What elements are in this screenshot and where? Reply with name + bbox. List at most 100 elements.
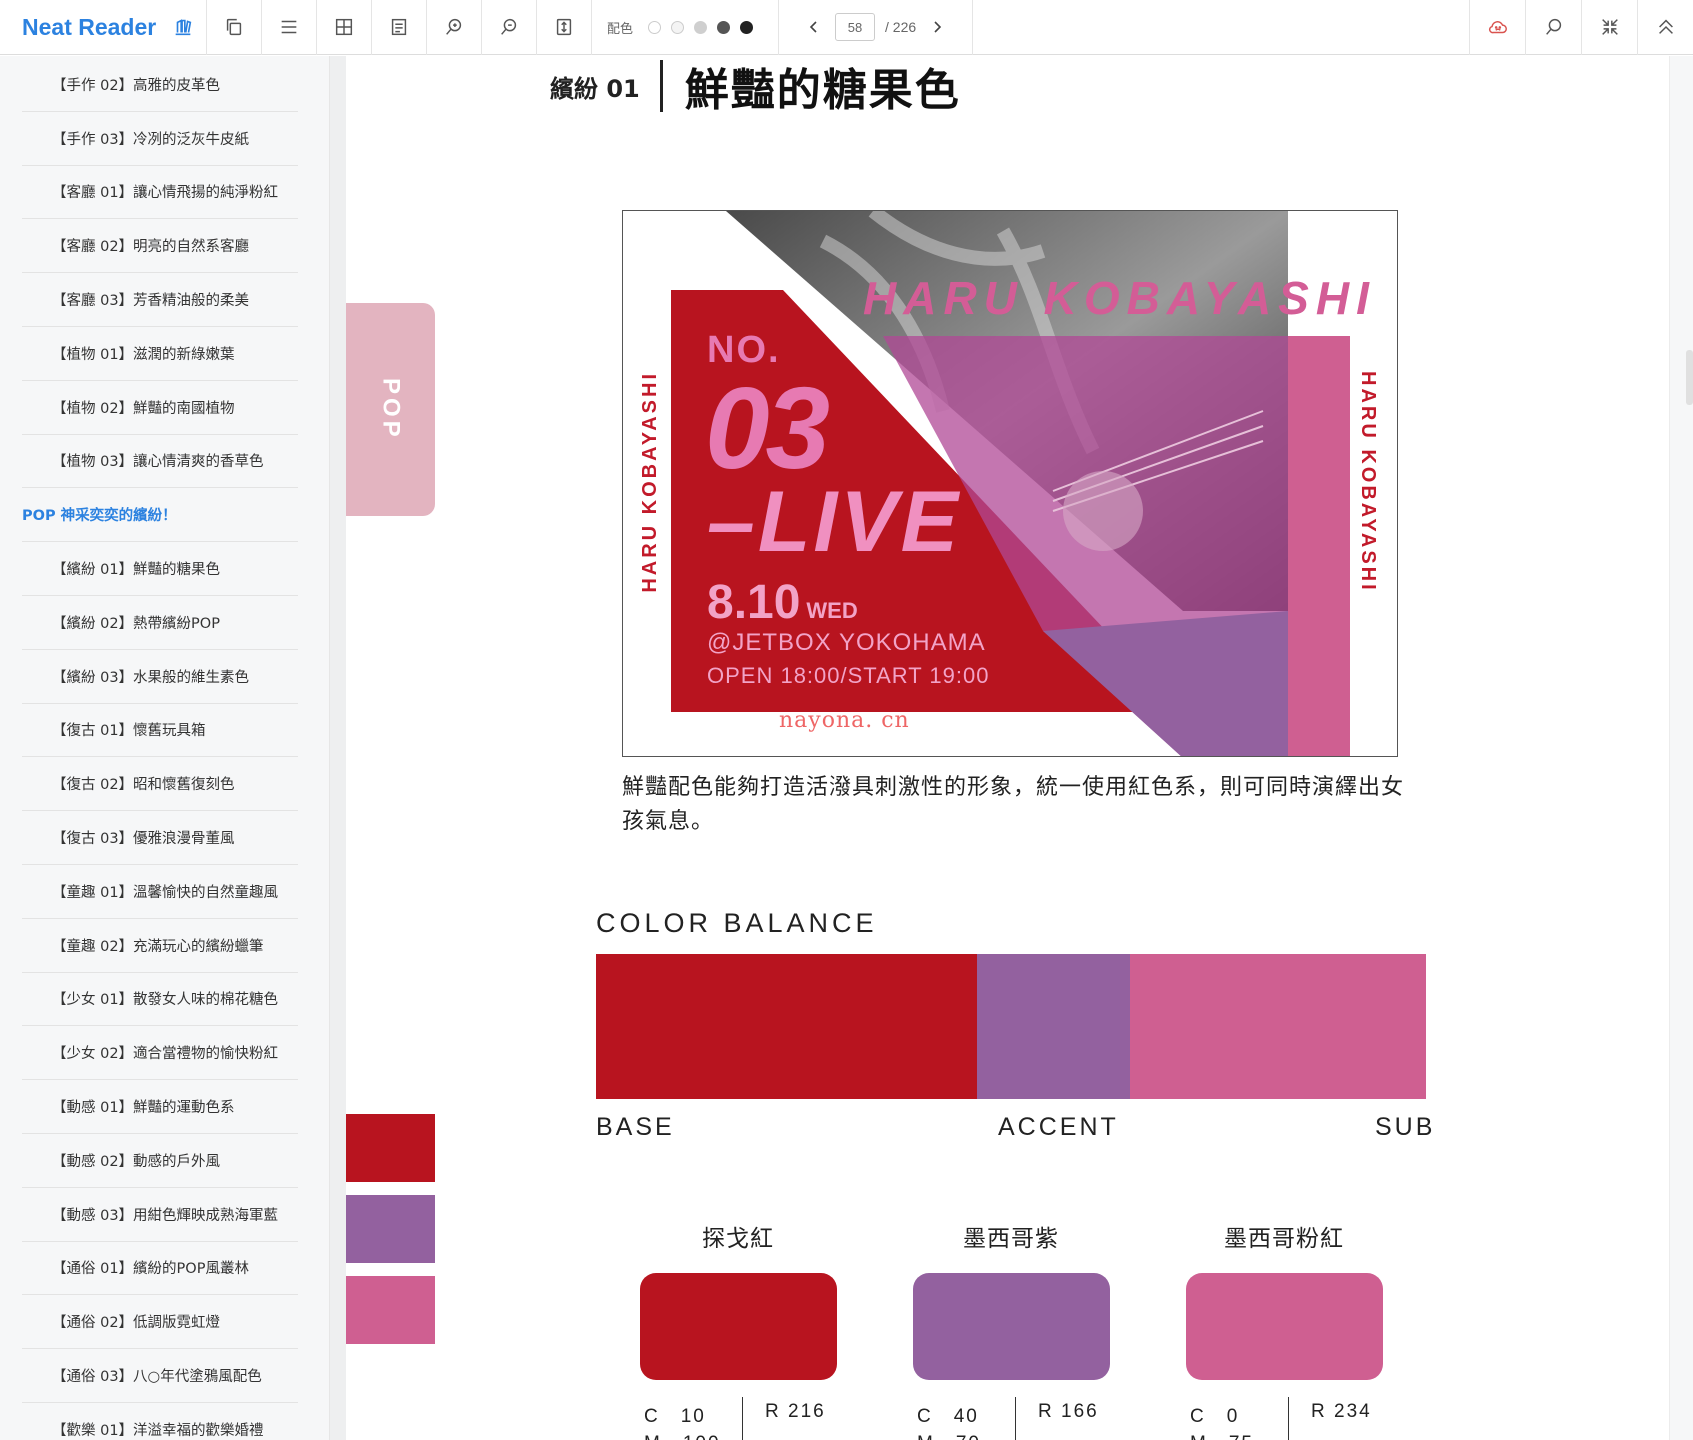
balance-base-segment <box>596 954 977 1099</box>
heading-divider <box>659 60 663 112</box>
theme-dot-black[interactable] <box>740 20 754 34</box>
toc-item[interactable]: 【童趣 02】充滿玩心的繽紛蠟筆 <box>22 919 298 973</box>
cmyk-c: C 10 <box>644 1406 706 1427</box>
theme-dot-light[interactable] <box>671 20 685 34</box>
toc-item[interactable]: 【繽紛 02】熱帶繽紛POP <box>22 596 298 650</box>
notes-button[interactable] <box>372 0 427 55</box>
color-balance-title: COLOR BALANCE <box>596 908 878 938</box>
toc-item[interactable]: 【復古 01】懷舊玩具箱 <box>22 704 298 758</box>
collapse-icon <box>1601 19 1618 35</box>
search-icon <box>1545 18 1561 35</box>
cloud-sync-button[interactable] <box>1469 0 1525 55</box>
toc-item[interactable]: 【通俗 01】繽紛的POP風叢林 <box>22 1242 298 1296</box>
side-swatch-red <box>346 1114 435 1182</box>
zoom-out-button[interactable] <box>482 0 537 55</box>
value-divider <box>1015 1397 1016 1440</box>
copy-button[interactable] <box>207 0 262 55</box>
page-total: / 226 <box>885 19 917 35</box>
theme-dot-gray[interactable] <box>694 20 708 34</box>
watermark: nayona. cn <box>779 708 910 733</box>
swatch-purple <box>913 1273 1110 1380</box>
section-tab-label: POP <box>377 378 405 441</box>
theme-dot-white[interactable] <box>648 20 662 34</box>
double-chevron-up-icon <box>1658 19 1673 34</box>
search-button[interactable] <box>1525 0 1581 55</box>
poster-live: –LIVE <box>707 474 961 570</box>
exit-fullscreen-button[interactable] <box>1581 0 1637 55</box>
rgb-r: R 234 <box>1311 1401 1372 1422</box>
toc-item[interactable]: 【手作 03】冷冽的泛灰牛皮紙 <box>22 112 298 166</box>
poster-image: HARU KOBAYASHI HARU KOBAYASHI HARU KOBAY… <box>622 210 1398 757</box>
toc-item[interactable]: 【童趣 01】溫馨愉快的自然童趣風 <box>22 865 298 919</box>
toc-item[interactable]: 【少女 01】散發女人味的棉花糖色 <box>22 973 298 1027</box>
toc-item[interactable]: 【通俗 03】八○年代塗鴉風配色 <box>22 1349 298 1403</box>
prev-page-button[interactable] <box>799 12 829 42</box>
toc-item[interactable]: 【客廳 03】芳香精油般的柔美 <box>22 273 298 327</box>
page-title: 鮮豔的糖果色 <box>684 65 961 116</box>
toc-item[interactable]: 【繽紛 01】鮮豔的糖果色 <box>22 542 298 596</box>
chevron-right-icon <box>934 21 942 33</box>
collapse-toolbar-button[interactable] <box>1637 0 1693 55</box>
reader-scrollbar[interactable] <box>1669 56 1693 1440</box>
side-swatch-pink <box>346 1276 435 1344</box>
bookshelf-icon[interactable] <box>172 16 194 38</box>
toc-section-heading[interactable]: POP 神采奕奕的繽紛！ <box>22 488 298 543</box>
poster-weekday: WED <box>806 598 858 623</box>
caption-text: 鮮豔配色能夠打造活潑具刺激性的形象，統一使用紅色系，則可同時演繹出女孩氣息。 <box>622 775 1405 834</box>
poster-venue: @JETBOX YOKOHAMA <box>707 629 986 656</box>
pager: / 226 <box>779 0 974 55</box>
section-tab: POP <box>346 303 435 516</box>
poster-title: HARU KOBAYASHI <box>863 272 1376 324</box>
toc-item[interactable]: 【繽紛 03】水果般的維生素色 <box>22 650 298 704</box>
next-page-button[interactable] <box>922 12 952 42</box>
cmyk-m: M 70 <box>917 1428 1015 1440</box>
reader-page: POP 繽紛 01 鮮豔的糖果色 HARU KOBAYASHI HARU KOB… <box>346 56 1669 1440</box>
reader-scrollbar-thumb[interactable] <box>1686 350 1693 405</box>
toc-item[interactable]: 【復古 02】昭和懷舊復刻色 <box>22 757 298 812</box>
toolbar: Neat Reader 配色 / 226 <box>0 0 1693 55</box>
swatch-name-2: 墨西哥紫 <box>963 1226 1059 1252</box>
toc-item[interactable]: 【通俗 02】低調版霓虹燈 <box>22 1295 298 1350</box>
zoom-out-icon <box>501 18 517 35</box>
page-number-input[interactable] <box>835 13 876 41</box>
toc-item[interactable]: 【動感 03】用紺色輝映成熟海軍藍 <box>22 1188 298 1242</box>
zoom-in-button[interactable] <box>427 0 482 55</box>
cmyk-c: C 40 <box>917 1406 979 1427</box>
poster-date-value: 8.10 <box>707 576 801 629</box>
theme-dot-dark[interactable] <box>717 20 731 34</box>
color-theme-picker: 配色 <box>592 0 780 55</box>
toc-item[interactable]: 【動感 01】鮮豔的運動色系 <box>22 1080 298 1134</box>
sidebar-scrollbar[interactable] <box>330 56 346 1440</box>
layout-button[interactable] <box>317 0 372 55</box>
notes-icon <box>391 18 407 36</box>
fit-height-button[interactable] <box>537 0 592 55</box>
toc-item[interactable]: 【客廳 01】讓心情飛揚的純淨粉紅 <box>22 166 298 220</box>
swatch-values-3: C 0M 75 R 234 <box>1190 1397 1372 1440</box>
cmyk-m: M 75 <box>1190 1428 1288 1440</box>
toc-item[interactable]: 【客廳 02】明亮的自然系客廳 <box>22 219 298 274</box>
balance-sub-label: SUB <box>1375 1113 1436 1141</box>
toc-item[interactable]: 【歡樂 01】洋溢幸福的歡樂婚禮 <box>22 1403 298 1440</box>
toc-item[interactable]: 【植物 02】鮮豔的南國植物 <box>22 381 298 435</box>
zoom-in-icon <box>446 18 462 35</box>
heading-number: 繽紛 01 <box>550 74 640 103</box>
swatch-values-1: C 10M 100 R 216 <box>644 1397 826 1440</box>
toc-item[interactable]: 【植物 01】滋潤的新綠嫩葉 <box>22 327 298 381</box>
menu-icon <box>281 20 297 34</box>
swatch-red <box>640 1273 837 1380</box>
swatch-name-3: 墨西哥粉紅 <box>1224 1226 1344 1252</box>
fit-height-icon <box>556 18 572 36</box>
cmyk-m: M 100 <box>644 1428 742 1440</box>
toc-item[interactable]: 【復古 03】優雅浪漫骨董風 <box>22 811 298 865</box>
page-heading: 繽紛 01 鮮豔的糖果色 <box>550 58 961 116</box>
balance-accent-label: ACCENT <box>998 1113 1119 1141</box>
value-divider <box>1288 1397 1289 1440</box>
toc-item[interactable]: 【動感 02】動感的戶外風 <box>22 1134 298 1188</box>
toc-item[interactable]: 【植物 03】讓心情清爽的香草色 <box>22 435 298 489</box>
toc-item[interactable]: 【手作 02】高雅的皮革色 <box>22 58 298 112</box>
toc-menu-button[interactable] <box>262 0 317 55</box>
toc-item[interactable]: 【少女 02】適合當禮物的愉快粉紅 <box>22 1026 298 1081</box>
swatch-values-2: C 40M 70 R 166 <box>917 1397 1099 1440</box>
rgb-r: R 216 <box>765 1401 826 1422</box>
grid-icon <box>335 18 353 36</box>
